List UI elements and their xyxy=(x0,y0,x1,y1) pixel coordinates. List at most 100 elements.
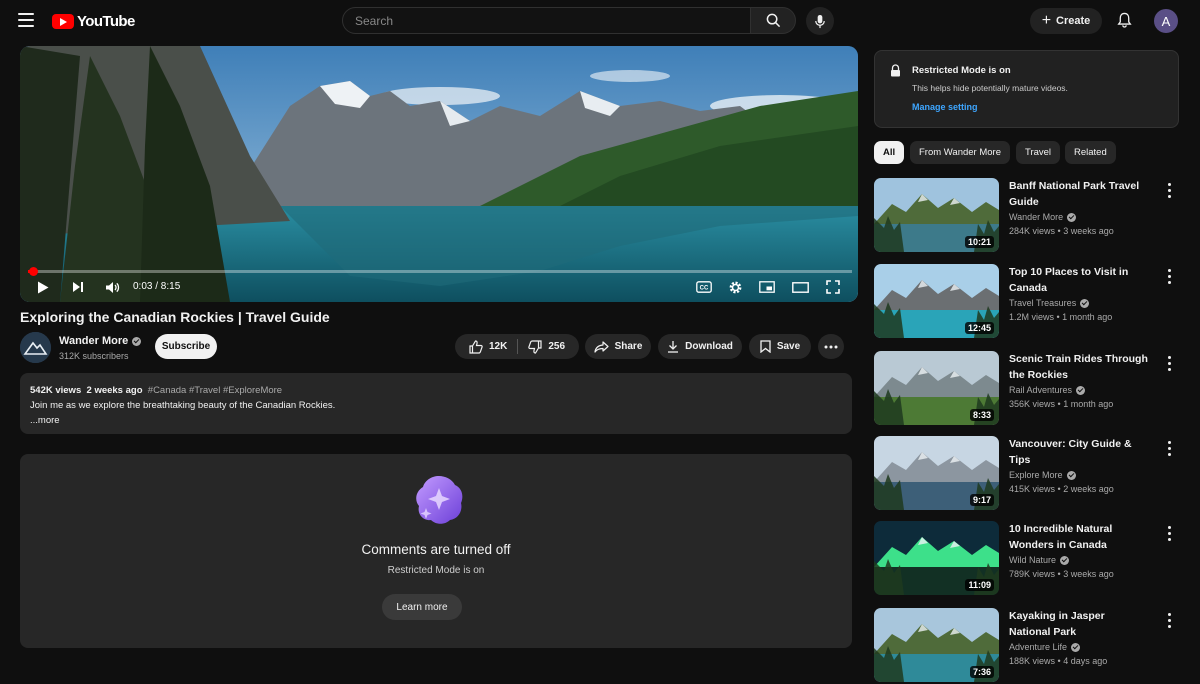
recommended-channel-name: Travel Treasures xyxy=(1009,298,1077,308)
recommended-age: 1 month ago xyxy=(1063,399,1114,409)
recommended-video[interactable]: 8:33 Scenic Train Rides Through the Rocki… xyxy=(874,351,1184,427)
description-box[interactable]: 542K views 2 weeks ago #Canada #Travel #… xyxy=(20,373,852,434)
next-button[interactable] xyxy=(67,278,89,296)
share-label: Share xyxy=(614,341,643,352)
video-thumbnail[interactable]: 9:17 xyxy=(874,436,999,510)
miniplayer-button[interactable] xyxy=(756,278,778,296)
verified-icon xyxy=(132,336,142,346)
video-duration: 9:17 xyxy=(969,494,994,506)
manage-setting-link[interactable]: Manage setting xyxy=(912,102,978,112)
logo-text: YouTube xyxy=(77,12,135,30)
bookmark-icon xyxy=(760,340,771,353)
show-more-link[interactable]: ...more xyxy=(30,413,842,428)
subscriber-count: 312K subscribers xyxy=(59,351,129,361)
recommended-video[interactable]: 9:17 Vancouver: City Guide & Tips Explore … xyxy=(874,436,1184,512)
progress-bar[interactable] xyxy=(28,267,852,276)
comments-section: Comments are turned off Restricted Mode … xyxy=(20,454,852,648)
sparkle-icon xyxy=(416,476,463,524)
bell-icon xyxy=(1116,12,1132,28)
recommended-video-title[interactable]: 10 Incredible Natural Wonders in Canada xyxy=(1009,522,1149,553)
recommended-video-title[interactable]: Scenic Train Rides Through the Rockies xyxy=(1009,352,1149,383)
recommended-channel[interactable]: Adventure Life xyxy=(1009,642,1081,652)
chip-from-wander-more[interactable]: From Wander More xyxy=(910,141,1010,164)
youtube-logo[interactable]: YouTube xyxy=(52,12,135,30)
more-vertical-icon[interactable] xyxy=(1164,611,1174,629)
more-actions-button[interactable] xyxy=(818,334,844,359)
volume-button[interactable] xyxy=(101,278,123,296)
captions-button[interactable]: CC xyxy=(693,278,715,296)
channel-avatar[interactable] xyxy=(20,332,51,363)
download-button[interactable]: Download xyxy=(658,334,742,359)
fullscreen-button[interactable] xyxy=(822,278,844,296)
video-thumbnail[interactable]: 8:33 xyxy=(874,351,999,425)
verified-icon xyxy=(1080,298,1090,308)
account-avatar[interactable]: A xyxy=(1154,9,1178,33)
verified-icon xyxy=(1060,555,1070,565)
recommended-video-title[interactable]: Kayaking in Jasper National Park xyxy=(1009,609,1149,640)
fullscreen-icon xyxy=(826,280,840,294)
miniplayer-icon xyxy=(759,281,775,293)
share-button[interactable]: Share xyxy=(585,334,651,359)
recommended-video-title[interactable]: Banff National Park Travel Guide xyxy=(1009,179,1149,210)
recommended-channel-name: Explore More xyxy=(1009,470,1063,480)
recommended-video[interactable]: 11:09 10 Incredible Natural Wonders in Ca… xyxy=(874,521,1184,597)
recommended-channel[interactable]: Wild Nature xyxy=(1009,555,1070,565)
search-input[interactable] xyxy=(342,7,751,34)
save-button[interactable]: Save xyxy=(749,334,811,359)
more-vertical-icon[interactable] xyxy=(1164,439,1174,457)
channel-name[interactable]: Wander More xyxy=(59,335,142,347)
video-thumbnail[interactable]: 12:45 xyxy=(874,264,999,338)
progress-scrubber[interactable] xyxy=(28,267,38,276)
video-thumbnail[interactable]: 10:21 xyxy=(874,178,999,252)
video-thumbnail[interactable]: 7:36 xyxy=(874,608,999,682)
video-title: Exploring the Canadian Rockies | Travel … xyxy=(20,309,330,325)
time-display: 0:03 / 8:15 xyxy=(133,281,181,292)
chip-all[interactable]: All xyxy=(874,141,905,164)
more-vertical-icon[interactable] xyxy=(1164,354,1174,372)
video-player[interactable]: 0:03 / 8:15 CC xyxy=(20,46,858,302)
video-duration: 7:36 xyxy=(969,666,994,678)
recommended-channel[interactable]: Travel Treasures xyxy=(1009,298,1090,308)
video-duration: 11:09 xyxy=(965,579,994,591)
recommended-video-title[interactable]: Vancouver: City Guide & Tips xyxy=(1009,437,1149,468)
search-button[interactable] xyxy=(750,7,796,34)
chip-related[interactable]: Related xyxy=(1065,141,1116,164)
theater-mode-button[interactable] xyxy=(789,278,811,296)
recommended-channel[interactable]: Explore More xyxy=(1009,470,1076,480)
video-duration: 8:33 xyxy=(969,409,994,421)
chip-travel[interactable]: Travel xyxy=(1016,141,1061,164)
description-text: Join me as we explore the breathtaking b… xyxy=(30,400,336,411)
recommended-channel[interactable]: Rail Adventures xyxy=(1009,385,1086,395)
recommended-channel-name: Rail Adventures xyxy=(1009,385,1073,395)
notifications-button[interactable] xyxy=(1113,9,1135,31)
voice-search-button[interactable] xyxy=(806,7,834,35)
more-vertical-icon[interactable] xyxy=(1164,524,1174,542)
video-frame xyxy=(20,46,858,302)
upload-age: 2 weeks ago xyxy=(86,385,143,396)
video-thumbnail[interactable]: 11:09 xyxy=(874,521,999,595)
more-vertical-icon[interactable] xyxy=(1164,181,1174,199)
recommended-channel[interactable]: Wander More xyxy=(1009,212,1077,222)
subscribe-button[interactable]: Subscribe xyxy=(155,334,217,359)
recommended-video[interactable]: 10:21 Banff National Park Travel Guide Wan… xyxy=(874,178,1184,254)
recommended-video[interactable]: 12:45 Top 10 Places to Visit in Canada Tra… xyxy=(874,264,1184,340)
gear-icon xyxy=(729,281,741,293)
more-vertical-icon[interactable] xyxy=(1164,267,1174,285)
dislike-button[interactable]: 256 xyxy=(528,339,565,354)
recommended-video-title[interactable]: Top 10 Places to Visit in Canada xyxy=(1009,265,1149,296)
settings-button[interactable] xyxy=(724,278,746,296)
description-meta: 542K views 2 weeks ago #Canada #Travel #… xyxy=(30,383,842,398)
verified-icon xyxy=(1076,385,1086,395)
like-dislike-group: 12K 256 xyxy=(455,334,579,359)
recommended-video-meta: 789K views • 3 weeks ago xyxy=(1009,569,1114,579)
hashtags[interactable]: #Canada #Travel #ExploreMore xyxy=(148,385,282,396)
recommended-video-meta: 284K views • 3 weeks ago xyxy=(1009,226,1114,236)
create-button[interactable]: + Create xyxy=(1030,8,1102,34)
more-horizontal-icon xyxy=(824,345,838,348)
menu-icon[interactable] xyxy=(18,13,34,27)
play-button[interactable] xyxy=(32,278,54,296)
like-button[interactable]: 12K xyxy=(469,339,507,354)
learn-more-button[interactable]: Learn more xyxy=(382,594,462,620)
create-label: Create xyxy=(1056,15,1091,27)
recommended-video[interactable]: 7:36 Kayaking in Jasper National Park Adve… xyxy=(874,608,1184,684)
